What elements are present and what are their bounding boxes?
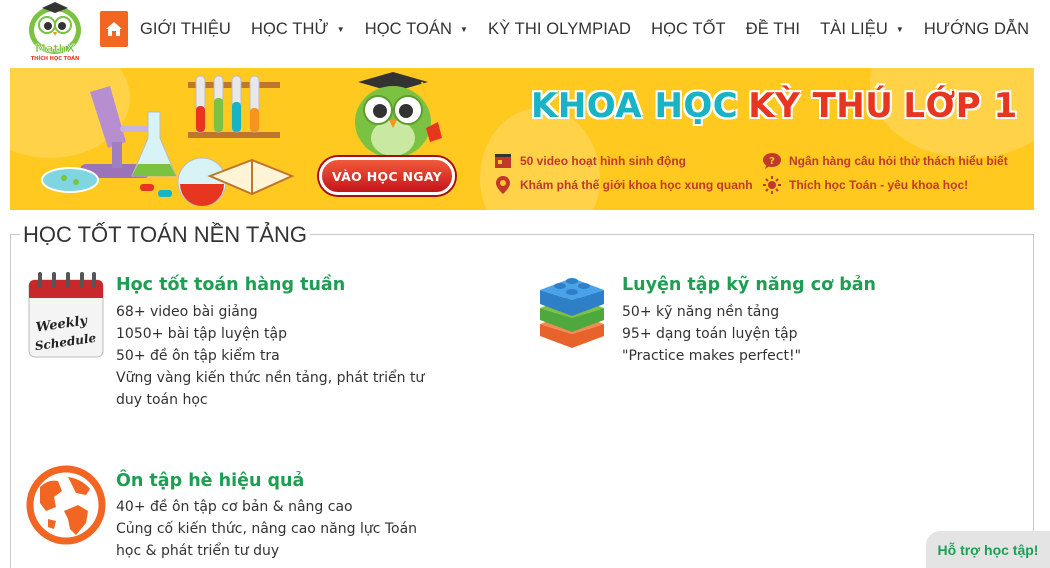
feature-text: Ngân hàng câu hỏi thử thách hiểu biết xyxy=(789,154,1008,168)
card-line: học & phát triển tư duy xyxy=(116,543,280,559)
chevron-down-icon: ▼ xyxy=(460,24,469,34)
main-menu: GIỚI THIỆU HỌC THỬ ▼ HỌC TOÁN ▼ KỲ THI OLYMPI… xyxy=(130,0,1039,58)
sun-icon xyxy=(763,176,781,194)
owl-mascot xyxy=(355,72,442,158)
card-title[interactable]: Ôn tập hè hiệu quả xyxy=(116,471,304,491)
banner-title: KHOA HỌC KỲ THÚ LỚP 1 xyxy=(531,82,1018,130)
start-learning-button[interactable]: VÀO HỌC NGAY xyxy=(319,157,455,195)
nav-item[interactable]: HỌC TỐT xyxy=(641,20,736,39)
globe-icon xyxy=(26,465,106,545)
nav-item-label: KỲ THI OLYMPIAD xyxy=(488,19,632,38)
learning-support-button[interactable]: Hỗ trợ học tập! xyxy=(926,531,1050,568)
chat-question-icon: ? xyxy=(763,152,781,170)
logo-brand: MathX xyxy=(35,42,75,55)
nav-item[interactable]: GIỚI THIỆU xyxy=(130,20,241,39)
nav-item-label: HỌC THỬ xyxy=(250,19,329,38)
film-icon xyxy=(494,152,512,170)
card-description: 40+ đề ôn tập cơ bản & nâng cao Củng cố … xyxy=(116,496,417,562)
card-line: "Practice makes perfect!" xyxy=(622,348,802,364)
chevron-down-icon: ▼ xyxy=(895,24,904,34)
feature-text: Thích học Toán - yêu khoa học! xyxy=(789,178,969,192)
feature-text: 50 video hoạt hình sinh động xyxy=(520,154,687,168)
card-line: 1050+ bài tập luyện tập xyxy=(116,326,287,342)
chevron-down-icon: ▼ xyxy=(336,24,345,34)
banner-feature-slogan: Thích học Toán - yêu khoa học! xyxy=(763,176,968,194)
building-blocks-icon xyxy=(540,278,604,348)
card-line: Củng cố kiến thức, nâng cao năng lực Toá… xyxy=(116,521,418,537)
card-description: 50+ kỹ năng nền tảng 95+ dạng toán luyện… xyxy=(622,301,801,367)
svg-text:?: ? xyxy=(769,156,775,167)
banner-title-part1: KHOA HỌC xyxy=(531,86,739,126)
nav-item-label: HỌC TỐT xyxy=(651,19,726,38)
mathx-logo[interactable]: MathX THÍCH HỌC TOÁN xyxy=(22,2,88,62)
card-title[interactable]: Học tốt toán hàng tuần xyxy=(116,275,345,295)
card-description: 68+ video bài giảng 1050+ bài tập luyện … xyxy=(116,301,424,411)
banner-title-part3: LỚP 1 xyxy=(903,86,1018,126)
card-title[interactable]: Luyện tập kỹ năng cơ bản xyxy=(622,275,876,295)
top-navigation: MathX THÍCH HỌC TOÁN GIỚI THIỆU HỌC THỬ ▼ H… xyxy=(0,0,1050,64)
nav-item[interactable]: HỌC TOÁN ▼ xyxy=(355,20,478,39)
section-title: HỌC TỐT TOÁN NỀN TẢNG xyxy=(20,222,311,248)
nav-item[interactable]: KỲ THI OLYMPIAD xyxy=(478,20,641,39)
card-line: 68+ video bài giảng xyxy=(116,304,258,320)
science-lab-illustration xyxy=(41,75,295,206)
card-line: duy toán học xyxy=(116,392,208,408)
weekly-schedule-calendar-icon: Weekly Schedule xyxy=(28,272,104,358)
card-line: 50+ kỹ năng nền tảng xyxy=(622,304,780,320)
banner-feature-questions: ? Ngân hàng câu hỏi thử thách hiểu biết xyxy=(763,152,1008,170)
banner-title-part2: KỲ THÚ xyxy=(748,86,894,126)
home-icon xyxy=(106,22,122,36)
feature-text: Khám phá thế giới khoa học xung quanh xyxy=(520,178,753,192)
location-pin-icon xyxy=(494,176,512,194)
nav-item-label: TÀI LIỆU xyxy=(820,19,888,38)
nav-item[interactable]: HỌC THỬ ▼ xyxy=(241,20,355,39)
banner-feature-explore: Khám phá thế giới khoa học xung quanh xyxy=(494,176,753,194)
logo-tagline: THÍCH HỌC TOÁN xyxy=(31,54,79,62)
card-line: 50+ đề ôn tập kiểm tra xyxy=(116,348,280,364)
home-button[interactable] xyxy=(100,11,128,47)
card-line: Vững vàng kiến thức nền tảng, phát triển… xyxy=(116,370,425,386)
nav-item[interactable]: HƯỚNG DẪN xyxy=(914,20,1039,39)
nav-item-label: HỌC TOÁN xyxy=(364,19,453,38)
nav-item[interactable]: TÀI LIỆU ▼ xyxy=(810,20,914,39)
banner-feature-videos: 50 video hoạt hình sinh động xyxy=(494,152,686,170)
nav-item[interactable]: ĐỀ THI xyxy=(736,20,810,39)
nav-item-label: GIỚI THIỆU xyxy=(140,19,231,38)
nav-item-label: HƯỚNG DẪN xyxy=(923,19,1030,38)
nav-item-label: ĐỀ THI xyxy=(745,19,801,38)
promo-banner[interactable]: VÀO HỌC NGAY KHOA HỌC KỲ THÚ LỚP 1 50 vi… xyxy=(10,68,1034,210)
card-line: 95+ dạng toán luyện tập xyxy=(622,326,798,342)
card-line: 40+ đề ôn tập cơ bản & nâng cao xyxy=(116,499,353,515)
